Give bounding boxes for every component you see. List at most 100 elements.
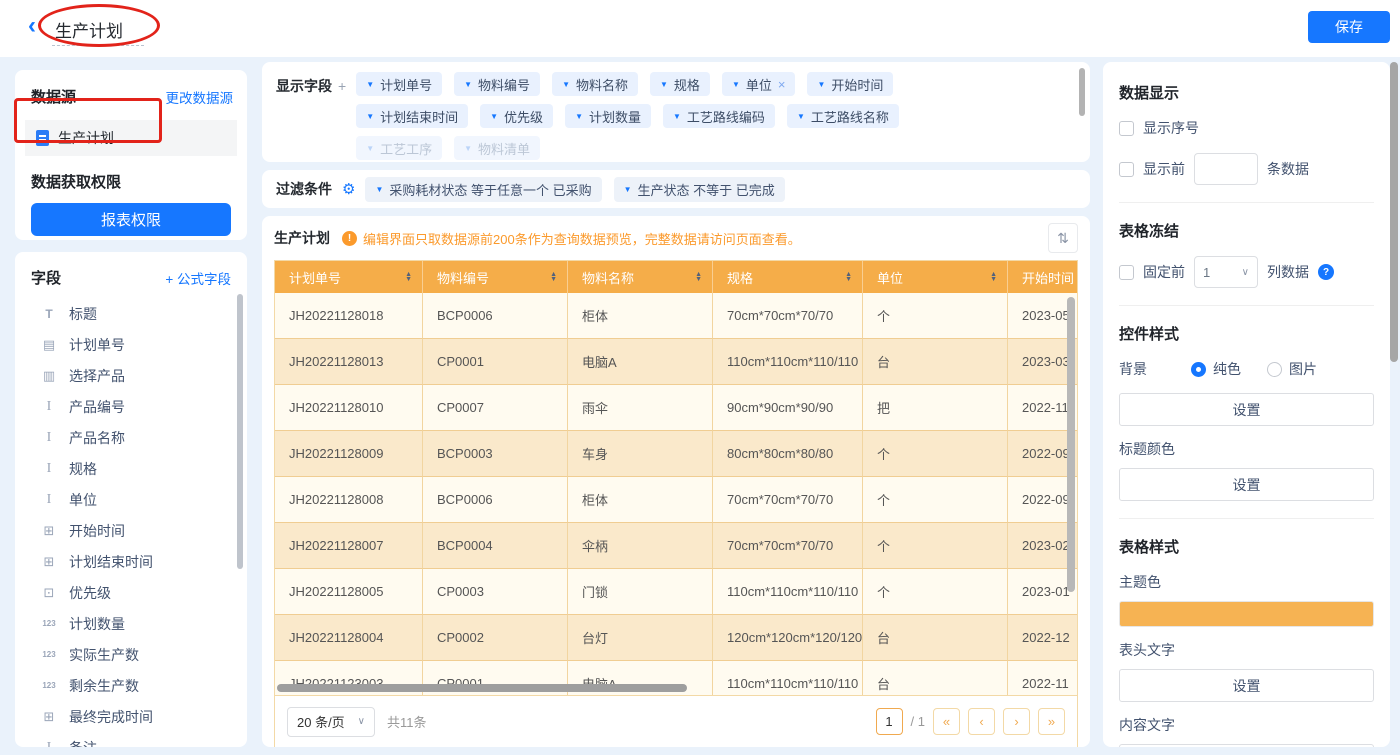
chevron-down-icon: ▼ (366, 144, 374, 153)
radio-selected-icon[interactable] (1191, 362, 1206, 377)
field-item[interactable]: T标题 (39, 298, 247, 329)
widget-style-title: 控件样式 (1119, 323, 1374, 344)
display-field-chip-label: 规格 (674, 75, 700, 94)
column-header[interactable]: 物料名称▲▼ (568, 261, 713, 293)
display-field-chip[interactable]: ▼工艺工序 (356, 136, 442, 160)
field-item[interactable]: 123实际生产数 (39, 639, 247, 670)
bg-image-option[interactable]: 图片 (1267, 359, 1317, 379)
table-cell: 70cm*70cm*70/70 (713, 293, 863, 339)
first-page-button[interactable]: « (933, 708, 960, 735)
table-cell: 2022-12 (1008, 615, 1077, 661)
caret-down-icon: ▼ (845, 277, 852, 283)
freeze-prefix-label: 固定前 (1143, 262, 1185, 282)
display-field-chip[interactable]: ▼物料名称 (552, 72, 638, 96)
date-field-icon: ⊞ (39, 709, 59, 725)
field-item[interactable]: ▥选择产品 (39, 360, 247, 391)
sort-tool-button[interactable]: ⇅ (1048, 223, 1078, 253)
back-icon[interactable]: ‹ (28, 14, 36, 38)
sort-icon[interactable]: ▲▼ (845, 272, 852, 283)
header-text-set-button[interactable]: 设置 (1119, 669, 1374, 702)
field-item[interactable]: I单位 (39, 484, 247, 515)
table-vertical-scrollbar[interactable] (1067, 297, 1075, 592)
field-item[interactable]: ⊞开始时间 (39, 515, 247, 546)
display-field-chip[interactable]: ▼优先级 (480, 104, 553, 128)
table-cell: 电脑A (568, 339, 713, 385)
page-number-input[interactable] (876, 708, 903, 735)
column-header[interactable]: 规格▲▼ (713, 261, 863, 293)
change-datasource-link[interactable]: 更改数据源 (166, 87, 234, 107)
page-scrollbar[interactable] (1390, 62, 1398, 362)
column-header[interactable]: 物料编号▲▼ (423, 261, 568, 293)
field-item[interactable]: 123剩余生产数 (39, 670, 247, 701)
content-text-set-button[interactable]: 设置 (1119, 744, 1374, 747)
field-item[interactable]: ⊞计划结束时间 (39, 546, 247, 577)
display-field-chip[interactable]: ▼单位× (722, 72, 796, 96)
help-icon[interactable]: ? (1318, 264, 1334, 280)
select-field-icon: ⊡ (39, 585, 59, 601)
field-item[interactable]: 123计划数量 (39, 608, 247, 639)
display-field-chip[interactable]: ▼工艺路线编码 (663, 104, 775, 128)
theme-color-swatch[interactable] (1119, 601, 1374, 627)
add-field-icon[interactable]: + (338, 78, 346, 94)
freeze-count-select[interactable]: 1 ∨ (1194, 256, 1258, 288)
add-formula-field-link[interactable]: + 公式字段 (165, 268, 231, 288)
close-icon[interactable]: × (778, 77, 786, 92)
display-field-chip[interactable]: ▼开始时间 (807, 72, 893, 96)
bg-solid-option[interactable]: 纯色 (1191, 359, 1241, 379)
field-item[interactable]: I产品编号 (39, 391, 247, 422)
display-field-chip[interactable]: ▼物料清单 (454, 136, 540, 160)
table-horizontal-scrollbar[interactable] (277, 684, 687, 692)
sort-icon[interactable]: ▲▼ (405, 272, 412, 283)
save-button[interactable]: 保存 (1308, 11, 1390, 43)
display-fields-scrollbar[interactable] (1079, 68, 1085, 116)
table-cell: 80cm*80cm*80/80 (713, 431, 863, 477)
table-cell: 2022-11 (1008, 661, 1077, 695)
last-page-button[interactable]: » (1038, 708, 1065, 735)
next-page-button[interactable]: › (1003, 708, 1030, 735)
display-field-chip-label: 物料编号 (478, 75, 530, 94)
radio-unselected-icon[interactable] (1267, 362, 1282, 377)
column-header[interactable]: 开始时间▲▼ (1008, 261, 1078, 293)
display-field-chip[interactable]: ▼规格 (650, 72, 710, 96)
field-item[interactable]: ⊡优先级 (39, 577, 247, 608)
prev-page-button[interactable]: ‹ (968, 708, 995, 735)
table-cell: 台 (863, 661, 1008, 695)
show-first-checkbox[interactable] (1119, 162, 1134, 177)
display-field-chip[interactable]: ▼工艺路线名称 (787, 104, 899, 128)
display-field-chip[interactable]: ▼计划数量 (565, 104, 651, 128)
sort-icon[interactable]: ▲▼ (990, 272, 997, 283)
title-color-set-button[interactable]: 设置 (1119, 468, 1374, 501)
show-index-checkbox[interactable] (1119, 121, 1134, 136)
freeze-columns-checkbox[interactable] (1119, 265, 1134, 280)
chevron-down-icon: ∨ (358, 716, 365, 727)
field-item[interactable]: I产品名称 (39, 422, 247, 453)
field-item[interactable]: ⊞最终完成时间 (39, 701, 247, 732)
display-field-chip[interactable]: ▼计划结束时间 (356, 104, 468, 128)
gear-icon[interactable]: ⚙ (342, 180, 355, 198)
sort-icon[interactable]: ▲▼ (550, 272, 557, 283)
field-item-label: 计划结束时间 (69, 552, 153, 572)
table-cell: JH20221128005 (275, 569, 423, 615)
field-item[interactable]: I备注 (39, 732, 247, 747)
chevron-down-icon: ▼ (562, 80, 570, 89)
page-size-select[interactable]: 20 条/页 ∨ (287, 707, 375, 737)
display-fields-label-text: 显示字段 (276, 78, 332, 94)
background-set-button[interactable]: 设置 (1119, 393, 1374, 426)
show-first-input[interactable] (1194, 153, 1258, 185)
display-field-chip[interactable]: ▼物料编号 (454, 72, 540, 96)
sort-icon[interactable]: ▲▼ (695, 272, 702, 283)
field-item[interactable]: I规格 (39, 453, 247, 484)
table-cell: 个 (863, 431, 1008, 477)
datasource-item[interactable]: 生产计划 (25, 120, 237, 156)
filter-condition-chip[interactable]: ▼采购耗材状态 等于任意一个 已采购 (365, 177, 601, 202)
display-field-chip[interactable]: ▼计划单号 (356, 72, 442, 96)
table-cell: 门锁 (568, 569, 713, 615)
table-cell: JH20221128007 (275, 523, 423, 569)
column-header[interactable]: 计划单号▲▼ (275, 261, 423, 293)
report-permission-button[interactable]: 报表权限 (31, 203, 231, 236)
fields-scrollbar[interactable] (237, 294, 243, 569)
field-item[interactable]: ▤计划单号 (39, 329, 247, 360)
filter-condition-chip[interactable]: ▼生产状态 不等于 已完成 (614, 177, 785, 202)
column-header[interactable]: 单位▲▼ (863, 261, 1008, 293)
data-table: 计划单号▲▼物料编号▲▼物料名称▲▼规格▲▼单位▲▼开始时间▲▼ JH20221… (274, 260, 1078, 747)
